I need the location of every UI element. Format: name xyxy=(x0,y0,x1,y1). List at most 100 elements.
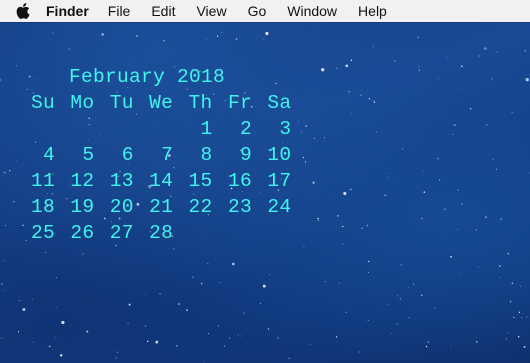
star xyxy=(345,64,349,68)
star xyxy=(163,40,165,42)
star xyxy=(417,36,419,38)
star xyxy=(221,31,223,33)
calendar-day: 5 xyxy=(82,144,95,166)
calendar-day xyxy=(252,220,291,246)
star xyxy=(237,334,239,336)
star xyxy=(312,181,315,184)
calendar-day xyxy=(94,116,133,142)
calendar-day: 17 xyxy=(267,170,292,192)
star xyxy=(159,292,161,295)
star xyxy=(302,156,304,159)
star xyxy=(348,90,350,93)
star xyxy=(421,217,423,220)
calendar-day: 4 xyxy=(42,144,55,166)
calendar-day: 9 xyxy=(239,144,252,166)
star xyxy=(358,351,360,353)
calendar-day: 8 xyxy=(200,144,213,166)
star xyxy=(173,248,175,250)
star xyxy=(367,271,369,273)
calendar-day: 1 xyxy=(200,118,213,140)
star xyxy=(217,325,219,327)
menu-edit[interactable]: Edit xyxy=(151,0,175,22)
star xyxy=(243,312,245,314)
star xyxy=(517,336,520,338)
star xyxy=(386,303,388,305)
star xyxy=(192,276,194,278)
star xyxy=(207,262,209,264)
star xyxy=(511,111,513,114)
star xyxy=(144,325,147,327)
star xyxy=(368,98,370,100)
star xyxy=(178,303,180,305)
star xyxy=(361,227,363,229)
star xyxy=(418,66,420,68)
star xyxy=(461,88,463,89)
star xyxy=(434,307,436,309)
calendar-day: 13 xyxy=(109,170,134,192)
star xyxy=(15,160,17,162)
star xyxy=(421,294,423,296)
menu-help[interactable]: Help xyxy=(358,0,387,22)
calendar-day: 7 xyxy=(161,144,174,166)
weekday-label: We xyxy=(149,92,174,114)
calendar-day: 15 xyxy=(188,170,213,192)
star xyxy=(450,345,452,347)
star xyxy=(478,55,480,57)
calendar-week-row: 11 12 13 14 15 16 17 xyxy=(30,168,291,194)
star xyxy=(115,357,117,359)
star xyxy=(418,69,420,71)
star xyxy=(0,79,2,81)
menu-finder[interactable]: Finder xyxy=(46,0,89,22)
star xyxy=(423,170,425,172)
star xyxy=(304,161,307,163)
weekday-label: Fr xyxy=(227,92,252,114)
star xyxy=(366,224,369,227)
calendar-day: 18 xyxy=(30,196,55,218)
menu-view[interactable]: View xyxy=(196,0,226,22)
menu-go[interactable]: Go xyxy=(248,0,267,22)
star xyxy=(22,224,24,226)
calendar-day xyxy=(134,116,173,142)
star xyxy=(519,285,522,287)
calendar-day: 20 xyxy=(109,196,134,218)
star xyxy=(101,33,104,36)
star xyxy=(373,101,376,103)
star xyxy=(260,303,261,304)
calendar-day: 26 xyxy=(70,222,95,244)
star xyxy=(376,131,377,133)
star xyxy=(456,229,458,231)
weekday-label: Mo xyxy=(70,92,95,114)
star xyxy=(4,172,6,174)
star xyxy=(449,248,451,249)
star xyxy=(300,131,302,134)
star xyxy=(496,51,498,53)
weekday-label: Th xyxy=(188,92,213,114)
star xyxy=(412,283,415,285)
calendar-day: 21 xyxy=(149,196,174,218)
star xyxy=(310,343,311,345)
star xyxy=(372,100,374,101)
star xyxy=(499,277,501,279)
star xyxy=(232,262,235,266)
desktop-calendar-widget: February 2018 Su Mo Tu We Th Fr Sa 1 2 3… xyxy=(30,64,291,246)
star xyxy=(475,229,477,231)
star xyxy=(367,319,369,322)
menu-file[interactable]: File xyxy=(108,0,131,22)
star xyxy=(476,341,478,343)
star xyxy=(394,181,396,183)
star xyxy=(525,78,529,82)
calendar-day xyxy=(213,220,252,246)
star xyxy=(368,260,370,263)
star xyxy=(342,225,344,228)
star xyxy=(337,215,339,217)
star xyxy=(132,58,134,60)
star xyxy=(343,191,347,196)
star xyxy=(303,246,305,248)
star xyxy=(384,194,386,197)
star xyxy=(33,341,34,343)
star xyxy=(524,50,526,52)
star xyxy=(492,159,494,161)
apple-icon[interactable] xyxy=(13,0,33,22)
menu-window[interactable]: Window xyxy=(287,0,337,22)
star xyxy=(224,345,226,347)
